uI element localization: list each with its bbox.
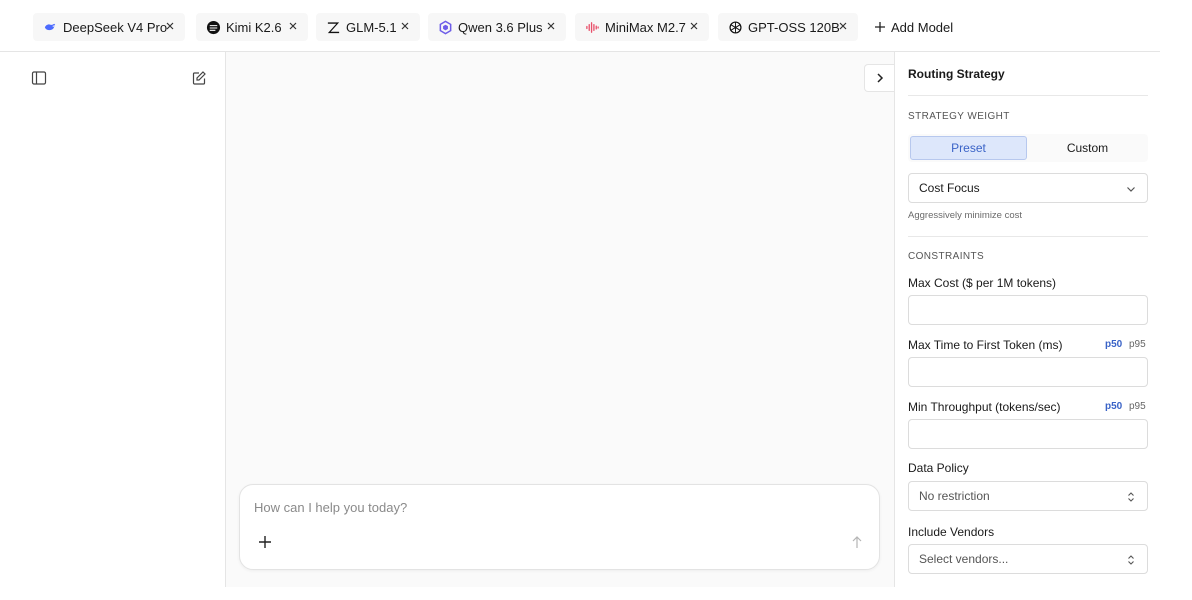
max-cost-input[interactable] [908,295,1148,325]
max-ttft-label: Max Time to First Token (ms) [908,338,1063,352]
chat-main-area: How can I help you today? [226,52,894,587]
panel-title: Routing Strategy [908,67,1005,81]
strategy-mode-toggle: Preset Custom [908,134,1148,162]
minimax-logo-icon [585,20,600,35]
close-icon[interactable] [687,19,701,33]
deepseek-whale-icon [43,20,58,35]
tab-glm-5-1[interactable]: GLM-5.1 [316,13,420,41]
tab-deepseek-v4-pro[interactable]: DeepSeek V4 Pro [33,13,185,41]
model-tab-bar: DeepSeek V4 Pro Kimi K2.6 GLM-5.1 Qwen 3… [0,0,1160,52]
tab-minimax-m2-7[interactable]: MiniMax M2.7 [575,13,709,41]
openai-logo-icon [728,20,743,35]
tab-qwen-3-6-plus[interactable]: Qwen 3.6 Plus [428,13,566,41]
close-icon[interactable] [163,19,177,33]
tab-gpt-oss-120b[interactable]: GPT-OSS 120B [718,13,858,41]
attach-button[interactable] [258,535,272,554]
close-icon[interactable] [286,19,300,33]
tab-label: MiniMax M2.7 [605,19,686,35]
message-composer[interactable]: How can I help you today? [239,484,880,570]
collapse-panel-button[interactable] [864,64,894,92]
preset-toggle-button[interactable]: Preset [910,136,1027,160]
preset-select[interactable]: Cost Focus [908,173,1148,203]
chevron-right-icon [876,73,883,83]
tab-kimi-k2-6[interactable]: Kimi K2.6 [196,13,308,41]
include-vendors-placeholder: Select vendors... [919,552,1009,566]
tab-label: GLM-5.1 [346,19,397,35]
add-model-label: Add Model [891,19,954,35]
include-vendors-label: Include Vendors [908,525,995,539]
tab-label: Qwen 3.6 Plus [458,19,543,35]
tab-label: Kimi K2.6 [226,19,282,35]
throughput-p50-toggle[interactable]: p50 [1105,401,1122,412]
left-sidebar [12,52,226,587]
min-throughput-input[interactable] [908,419,1148,449]
max-cost-label: Max Cost ($ per 1M tokens) [908,276,1057,290]
send-button[interactable] [851,535,863,554]
chevron-up-down-icon [1128,492,1134,502]
zhipu-z-logo-icon [326,20,341,35]
max-ttft-input[interactable] [908,357,1148,387]
data-policy-value: No restriction [919,489,990,503]
constraints-label: CONSTRAINTS [908,251,985,262]
data-policy-select[interactable]: No restriction [908,481,1148,511]
divider [908,236,1148,237]
divider [908,95,1148,96]
qwen-logo-icon [438,20,453,35]
custom-toggle-button[interactable]: Custom [1029,136,1146,160]
message-input[interactable]: How can I help you today? [254,500,407,515]
throughput-p95-toggle[interactable]: p95 [1129,401,1146,412]
ttft-p95-toggle[interactable]: p95 [1129,339,1146,350]
chevron-up-down-icon [1128,555,1134,565]
compose-icon [192,71,206,85]
strategy-weight-label: STRATEGY WEIGHT [908,111,1010,122]
ttft-p50-toggle[interactable]: p50 [1105,339,1122,350]
kimi-logo-icon [206,20,221,35]
app-window: DeepSeek V4 Pro Kimi K2.6 GLM-5.1 Qwen 3… [0,0,1192,600]
chevron-down-icon [1127,187,1135,192]
tab-label: GPT-OSS 120B [748,19,840,35]
include-vendors-select[interactable]: Select vendors... [908,544,1148,574]
new-chat-button[interactable] [189,68,209,88]
preset-hint: Aggressively minimize cost [908,210,1023,221]
routing-strategy-panel: Routing Strategy STRATEGY WEIGHT Preset … [894,52,1160,587]
data-policy-label: Data Policy [908,461,969,475]
plus-icon [259,536,271,548]
arrow-up-icon [852,536,862,548]
add-model-button[interactable]: Add Model [874,13,953,41]
close-icon[interactable] [398,19,412,33]
plus-icon [875,22,885,32]
min-throughput-label: Min Throughput (tokens/sec) [908,400,1061,414]
preset-select-value: Cost Focus [919,181,980,195]
toggle-sidebar-button[interactable] [29,68,49,88]
sidebar-panel-icon [31,71,47,85]
close-icon[interactable] [544,19,558,33]
tab-label: DeepSeek V4 Pro [63,19,168,35]
close-icon[interactable] [836,19,850,33]
